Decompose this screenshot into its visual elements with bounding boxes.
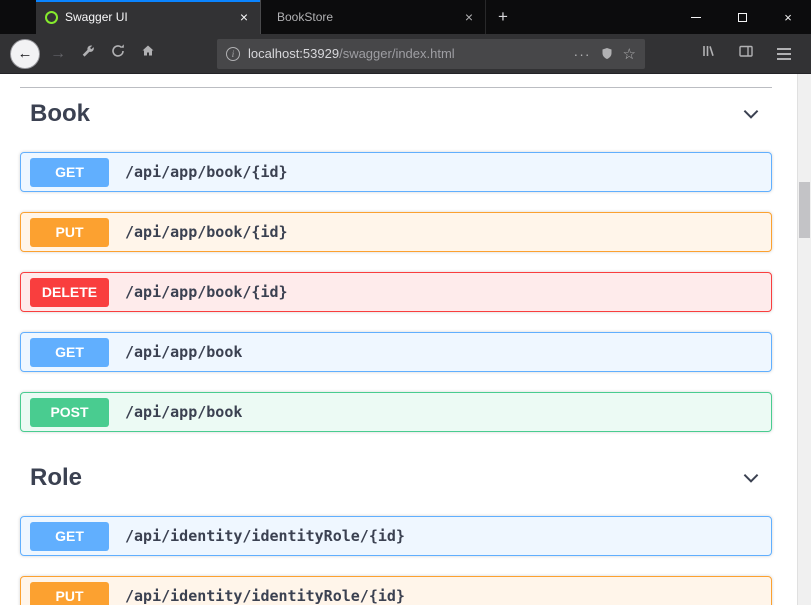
pocket-shield-icon[interactable] <box>599 46 615 62</box>
tab-bookstore[interactable]: BookStore × <box>261 0 486 34</box>
library-icon <box>700 43 716 64</box>
url-path: /swagger/index.html <box>339 46 455 61</box>
maximize-button[interactable] <box>719 0 765 34</box>
endpoint-path: /api/app/book <box>125 403 242 421</box>
page-content: Book GET /api/app/book/{id} PUT /api/app… <box>0 74 811 605</box>
method-badge: GET <box>30 338 109 367</box>
minimize-icon <box>691 17 701 18</box>
chevron-down-icon[interactable] <box>740 467 762 489</box>
section-title: Role <box>30 464 82 492</box>
bookmark-star-icon[interactable]: ☆ <box>623 45 636 63</box>
endpoint-path: /api/app/book/{id} <box>125 283 288 301</box>
endpoint-path: /api/app/book/{id} <box>125 223 288 241</box>
endpoint-list: GET /api/identity/identityRole/{id} PUT … <box>20 516 772 605</box>
page-actions-button[interactable]: ··· <box>574 46 591 62</box>
window-controls: × <box>673 0 811 34</box>
section-title: Book <box>30 100 90 128</box>
browser-window: Swagger UI × BookStore × + × ← → <box>0 0 811 605</box>
minimize-button[interactable] <box>673 0 719 34</box>
method-badge: POST <box>30 398 109 427</box>
library-button[interactable] <box>693 39 723 69</box>
refresh-icon <box>110 43 126 64</box>
endpoint-row[interactable]: DELETE /api/app/book/{id} <box>20 272 772 312</box>
method-badge: GET <box>30 522 109 551</box>
tab-title: Swagger UI <box>65 10 230 24</box>
endpoint-row[interactable]: PUT /api/identity/identityRole/{id} <box>20 576 772 605</box>
api-section-book: Book GET /api/app/book/{id} PUT /api/app… <box>20 88 772 432</box>
swagger-favicon-icon <box>45 11 58 24</box>
method-badge: PUT <box>30 218 109 247</box>
url-bar[interactable]: i localhost:53929/swagger/index.html ···… <box>217 39 645 69</box>
site-info-icon[interactable]: i <box>226 47 240 61</box>
endpoint-row[interactable]: GET /api/app/book/{id} <box>20 152 772 192</box>
chevron-down-icon[interactable] <box>740 103 762 125</box>
endpoint-list: GET /api/app/book/{id} PUT /api/app/book… <box>20 152 772 432</box>
sidebar-button[interactable] <box>731 39 761 69</box>
section-header-role[interactable]: Role <box>20 452 772 504</box>
new-tab-button[interactable]: + <box>486 0 520 34</box>
titlebar-drag-space <box>0 0 36 34</box>
page-tools-button[interactable] <box>73 39 103 69</box>
navigation-toolbar: ← → i localhost:53929/swagger/index.html… <box>0 34 811 74</box>
section-header-book[interactable]: Book <box>20 88 772 140</box>
method-badge: PUT <box>30 582 109 605</box>
swagger-ui: Book GET /api/app/book/{id} PUT /api/app… <box>0 87 811 605</box>
api-section-role: Role GET /api/identity/identityRole/{id}… <box>20 452 772 605</box>
endpoint-path: /api/app/book <box>125 343 242 361</box>
endpoint-row[interactable]: PUT /api/app/book/{id} <box>20 212 772 252</box>
close-button[interactable]: × <box>765 0 811 34</box>
reload-button[interactable] <box>103 39 133 69</box>
page-scrollbar[interactable] <box>797 74 811 605</box>
sidebar-icon <box>738 43 754 64</box>
forward-button[interactable]: → <box>43 39 73 69</box>
url-text: localhost:53929/swagger/index.html <box>248 46 566 61</box>
tab-title: BookStore <box>277 10 455 24</box>
endpoint-row[interactable]: GET /api/app/book <box>20 332 772 372</box>
maximize-icon <box>738 13 747 22</box>
url-host: localhost:53929 <box>248 46 339 61</box>
endpoint-path: /api/app/book/{id} <box>125 163 288 181</box>
hamburger-icon <box>777 48 791 60</box>
tab-bar: Swagger UI × BookStore × + × <box>0 0 811 34</box>
tab-close-icon[interactable]: × <box>237 9 251 25</box>
endpoint-row[interactable]: GET /api/identity/identityRole/{id} <box>20 516 772 556</box>
method-badge: GET <box>30 158 109 187</box>
home-button[interactable] <box>133 39 163 69</box>
toolbar-right-group <box>693 39 801 69</box>
tab-swagger-ui[interactable]: Swagger UI × <box>36 0 261 34</box>
home-icon <box>140 43 156 64</box>
endpoint-path: /api/identity/identityRole/{id} <box>125 587 405 605</box>
wrench-icon <box>80 43 96 64</box>
menu-button[interactable] <box>769 39 799 69</box>
scrollbar-thumb[interactable] <box>799 182 810 238</box>
tab-close-icon[interactable]: × <box>462 9 476 25</box>
method-badge: DELETE <box>30 278 109 307</box>
back-button[interactable]: ← <box>10 39 40 69</box>
endpoint-path: /api/identity/identityRole/{id} <box>125 527 405 545</box>
endpoint-row[interactable]: POST /api/app/book <box>20 392 772 432</box>
